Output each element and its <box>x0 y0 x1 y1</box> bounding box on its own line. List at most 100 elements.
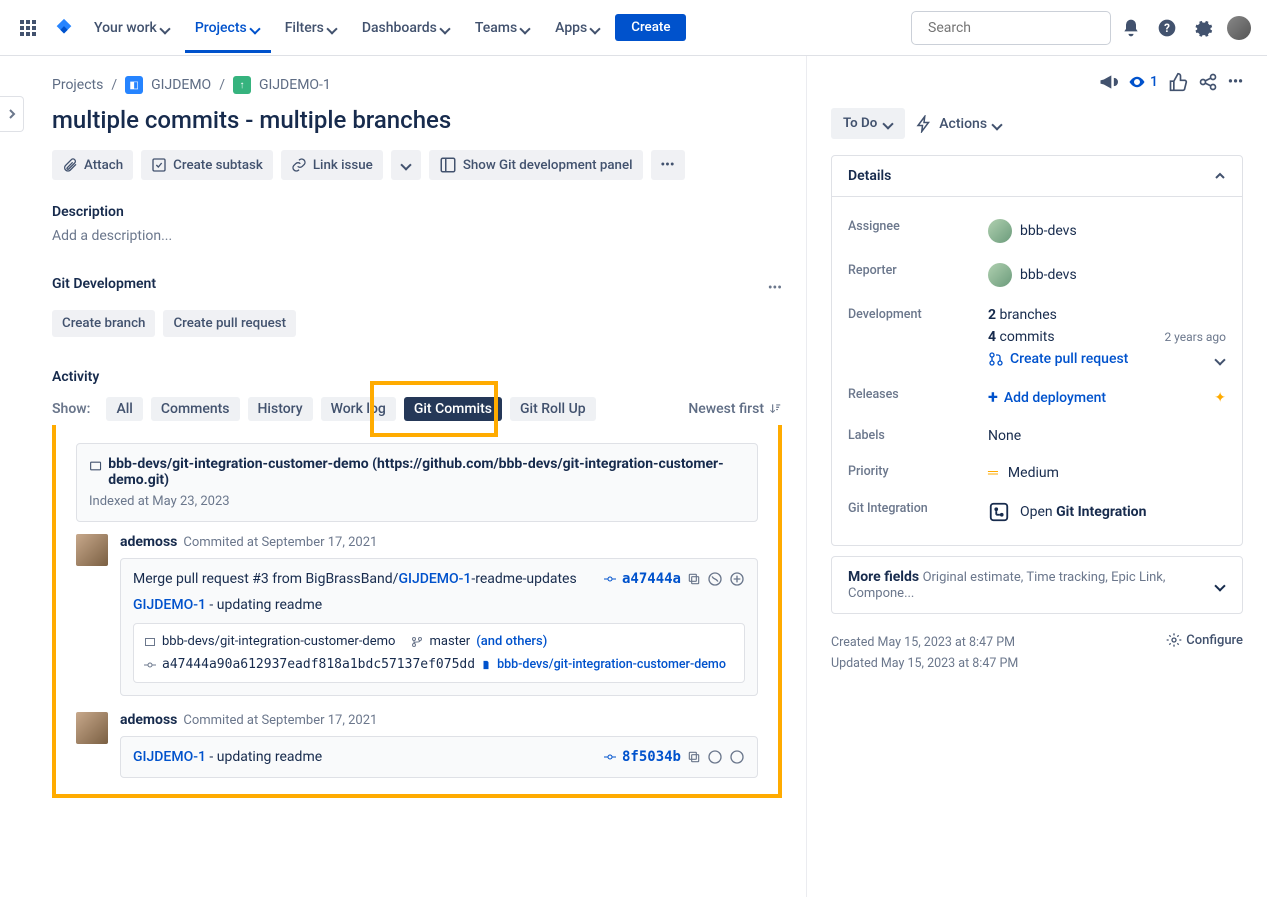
tab-history[interactable]: History <box>248 397 313 421</box>
app-switcher-icon[interactable] <box>12 12 44 44</box>
external-link-icon[interactable] <box>729 749 745 765</box>
gitkraken-icon[interactable] <box>707 749 723 765</box>
feedback-icon[interactable] <box>1098 72 1118 92</box>
link-issue-dropdown[interactable] <box>391 150 421 180</box>
create-subtask-button[interactable]: Create subtask <box>141 150 273 180</box>
breadcrumb-projects[interactable]: Projects <box>52 77 103 93</box>
commit-author: ademoss <box>120 534 177 550</box>
commit-readme-link[interactable]: GIJDEMO-1 <box>133 597 206 613</box>
nav-apps[interactable]: Apps <box>545 14 611 42</box>
nav-dashboards[interactable]: Dashboards <box>352 14 461 42</box>
nav-projects[interactable]: Projects <box>185 3 271 53</box>
priority-value[interactable]: ═Medium <box>988 464 1226 481</box>
chevron-down-icon <box>521 23 531 33</box>
assignee-value[interactable]: bbb-devs <box>988 219 1226 243</box>
commit-item: ademoss Commited at September 17, 2021 G… <box>76 712 758 778</box>
commit-repo-link[interactable]: bbb-devs/git-integration-customer-demo <box>497 657 726 672</box>
commits-link[interactable]: 4 commits <box>988 329 1055 345</box>
releases-label: Releases <box>848 387 988 402</box>
commit-hash-short[interactable]: 8f5034b <box>622 749 681 765</box>
subtask-icon <box>151 157 167 173</box>
commit-readme-text: - updating readme <box>206 749 322 765</box>
more-fields-toggle[interactable]: More fields Original estimate, Time trac… <box>831 556 1243 614</box>
copy-icon[interactable] <box>687 572 701 586</box>
commit-sub-repo: bbb-devs/git-integration-customer-demo <box>162 634 395 649</box>
help-icon[interactable]: ? <box>1151 12 1183 44</box>
repo-indexed-date: Indexed at May 23, 2023 <box>89 494 745 509</box>
create-pull-request-button[interactable]: Create pull request <box>163 310 296 337</box>
settings-icon[interactable] <box>1187 12 1219 44</box>
description-placeholder[interactable]: Add a description... <box>52 228 782 244</box>
commit-message: Merge pull request #3 from BigBrassBand/… <box>133 571 577 587</box>
create-pr-link[interactable]: Create pull request <box>988 351 1128 367</box>
jira-logo-icon[interactable] <box>48 12 80 44</box>
breadcrumb-project[interactable]: GIJDEMO <box>151 77 211 93</box>
git-development-label: Git Development <box>52 276 156 292</box>
more-icon[interactable]: ••• <box>1228 74 1243 90</box>
repo-name: bbb-devs/git-integration-customer-demo (… <box>108 456 745 488</box>
tab-worklog[interactable]: Work log <box>321 397 396 421</box>
tab-comments[interactable]: Comments <box>151 397 240 421</box>
link-issue-button[interactable]: Link issue <box>281 150 383 180</box>
labels-value[interactable]: None <box>988 428 1226 444</box>
tab-git-commits[interactable]: Git Commits <box>404 397 502 421</box>
sort-toggle[interactable]: Newest first <box>688 401 782 417</box>
git-dev-more-icon[interactable]: ••• <box>768 280 782 296</box>
commit-author: ademoss <box>120 712 177 728</box>
more-actions-button[interactable]: ••• <box>651 150 685 180</box>
details-header[interactable]: Details <box>832 156 1242 197</box>
commits-age: 2 years ago <box>1164 330 1226 344</box>
reporter-value[interactable]: bbb-devs <box>988 263 1226 287</box>
attach-button[interactable]: Attach <box>52 150 133 180</box>
chevron-down-icon <box>251 23 261 33</box>
gear-icon <box>1166 632 1182 648</box>
create-button[interactable]: Create <box>615 14 686 41</box>
create-branch-button[interactable]: Create branch <box>52 310 155 337</box>
share-icon[interactable] <box>1198 72 1218 92</box>
commit-readme-link[interactable]: GIJDEMO-1 <box>133 749 206 765</box>
chevron-down-icon[interactable] <box>1216 354 1226 364</box>
git-integration-icon <box>988 501 1010 523</box>
attach-icon <box>62 157 78 173</box>
actions-button[interactable]: Actions <box>915 115 1003 133</box>
external-link-icon[interactable] <box>729 571 745 587</box>
commit-date: Commited at September 17, 2021 <box>183 535 377 550</box>
copy-icon[interactable] <box>687 750 701 764</box>
commit-hash-short[interactable]: a47444a <box>622 571 681 587</box>
created-timestamp: Created May 15, 2023 at 8:47 PM <box>831 632 1018 653</box>
svg-text:?: ? <box>1164 21 1170 35</box>
search-input[interactable] <box>911 11 1111 45</box>
issue-details-sidebar: 1 ••• To Do Actions Details Assignee bbb… <box>807 56 1267 897</box>
notifications-icon[interactable] <box>1115 12 1147 44</box>
git-commits-panel: bbb-devs/git-integration-customer-demo (… <box>52 425 782 798</box>
profile-avatar[interactable] <box>1223 12 1255 44</box>
status-button[interactable]: To Do <box>831 108 905 139</box>
commit-readme-text: - updating readme <box>206 597 322 613</box>
tab-all[interactable]: All <box>106 397 142 421</box>
tab-git-rollup[interactable]: Git Roll Up <box>510 397 596 421</box>
sparkle-icon: ✦ <box>1214 390 1226 406</box>
add-deployment-link[interactable]: +Add deployment <box>988 387 1106 408</box>
commit-branch: master <box>429 634 470 649</box>
sort-icon <box>768 402 782 416</box>
configure-button[interactable]: Configure <box>1166 632 1243 648</box>
project-icon: ◧ <box>125 76 143 94</box>
chevron-down-icon <box>401 160 411 170</box>
commit-author-avatar <box>76 712 108 744</box>
repo-header: bbb-devs/git-integration-customer-demo (… <box>76 443 758 522</box>
chevron-up-icon <box>1214 170 1226 182</box>
show-git-panel-button[interactable]: Show Git development panel <box>429 150 643 180</box>
gitkraken-icon[interactable] <box>707 571 723 587</box>
commit-issue-link[interactable]: GIJDEMO-1 <box>398 571 471 587</box>
nav-teams[interactable]: Teams <box>465 14 541 42</box>
watch-button[interactable]: 1 <box>1128 73 1158 91</box>
nav-filters[interactable]: Filters <box>275 14 348 42</box>
expand-sidebar-button[interactable] <box>0 96 24 132</box>
breadcrumb: Projects / ◧ GIJDEMO / ↑ GIJDEMO-1 <box>52 76 782 94</box>
branches-link[interactable]: 2 branches <box>988 307 1226 323</box>
git-integration-open[interactable]: Open Git Integration <box>988 501 1226 523</box>
nav-your-work[interactable]: Your work <box>84 14 181 42</box>
like-icon[interactable] <box>1168 72 1188 92</box>
breadcrumb-issue[interactable]: GIJDEMO-1 <box>259 77 331 93</box>
commit-branch-others[interactable]: (and others) <box>476 634 547 649</box>
